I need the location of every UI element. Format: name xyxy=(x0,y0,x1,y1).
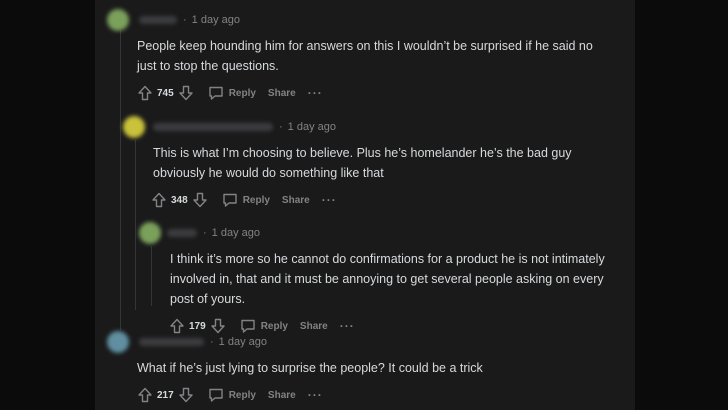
comment-timestamp: 1 day ago xyxy=(218,336,267,348)
speech-bubble-icon xyxy=(222,192,238,208)
vote-score: 745 xyxy=(157,87,174,99)
comment-actions: 217 Reply Share ··· xyxy=(107,384,607,406)
comment-actions: 745 Reply Share ··· xyxy=(107,82,607,104)
user-avatar[interactable] xyxy=(139,222,161,244)
reply-button[interactable]: Reply xyxy=(208,387,256,403)
comment-body: I think it’s more so he cannot do confir… xyxy=(170,252,605,306)
separator-dot: · xyxy=(183,14,187,26)
username-blurred[interactable] xyxy=(153,123,273,131)
username-blurred[interactable] xyxy=(167,229,197,237)
more-dots-icon[interactable]: ··· xyxy=(308,388,323,402)
user-avatar[interactable] xyxy=(107,9,129,31)
vote-score: 348 xyxy=(171,194,188,206)
downvote-arrow-icon[interactable] xyxy=(178,85,194,101)
comment-body: People keep hounding him for answers on … xyxy=(137,39,593,73)
more-dots-icon[interactable]: ··· xyxy=(308,86,323,100)
user-avatar[interactable] xyxy=(123,116,145,138)
reply-button[interactable]: Reply xyxy=(222,192,270,208)
downvote-arrow-icon[interactable] xyxy=(192,192,208,208)
downvote-arrow-icon[interactable] xyxy=(178,387,194,403)
comment-actions: 348 Reply Share ··· xyxy=(123,189,603,211)
comment-body: What if he’s just lying to surprise the … xyxy=(137,361,483,375)
comment-1: · 1 day ago People keep hounding him for… xyxy=(107,8,607,104)
comment-timestamp: 1 day ago xyxy=(287,121,336,133)
username-blurred[interactable] xyxy=(139,338,204,346)
upvote-arrow-icon[interactable] xyxy=(137,387,153,403)
separator-dot: · xyxy=(203,227,207,239)
reply-button[interactable]: Reply xyxy=(208,85,256,101)
vote-score: 217 xyxy=(157,389,174,401)
reply-label: Reply xyxy=(228,87,256,99)
upvote-arrow-icon[interactable] xyxy=(137,85,153,101)
share-button[interactable]: Share xyxy=(282,195,310,206)
comment-body: This is what I’m choosing to believe. Pl… xyxy=(153,146,572,180)
comment-timestamp: 1 day ago xyxy=(211,227,260,239)
more-dots-icon[interactable]: ··· xyxy=(322,193,337,207)
reply-label: Reply xyxy=(242,194,270,206)
speech-bubble-icon xyxy=(208,85,224,101)
username-blurred[interactable] xyxy=(139,16,177,24)
share-button[interactable]: Share xyxy=(268,390,296,401)
user-avatar[interactable] xyxy=(107,331,129,353)
upvote-arrow-icon[interactable] xyxy=(151,192,167,208)
comment-timestamp: 1 day ago xyxy=(191,14,240,26)
speech-bubble-icon xyxy=(208,387,224,403)
comment-4: · 1 day ago What if he’s just lying to s… xyxy=(107,330,607,406)
comment-2: · 1 day ago This is what I’m choosing to… xyxy=(123,115,603,211)
share-button[interactable]: Share xyxy=(268,88,296,99)
separator-dot: · xyxy=(279,121,283,133)
comment-3: · 1 day ago I think it’s more so he cann… xyxy=(139,221,609,337)
comments-panel: · 1 day ago People keep hounding him for… xyxy=(95,0,635,410)
reply-label: Reply xyxy=(228,389,256,401)
separator-dot: · xyxy=(210,336,214,348)
